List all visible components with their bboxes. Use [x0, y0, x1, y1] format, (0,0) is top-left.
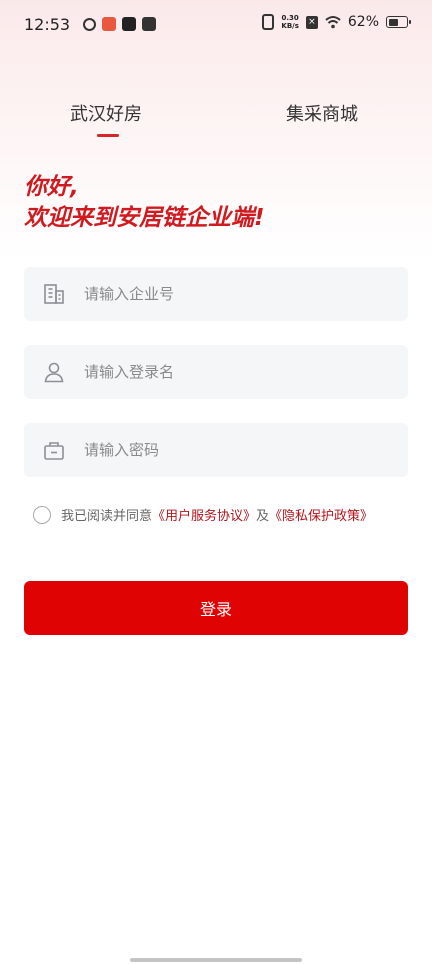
notification-icons [83, 17, 156, 31]
network-speed: 0.30 KB/s [281, 14, 299, 30]
status-time: 12:53 [24, 15, 71, 34]
mail-icon [142, 17, 156, 31]
battery-fill [388, 18, 399, 26]
password-field[interactable] [24, 423, 408, 477]
password-input[interactable] [84, 441, 364, 459]
agreement-connector: 及 [256, 509, 270, 524]
building-icon [42, 282, 66, 306]
active-tab-indicator [97, 134, 119, 137]
greeting-line1: 你好, [24, 174, 79, 200]
lock-icon [42, 438, 66, 462]
wifi-icon [325, 15, 341, 29]
greeting: 你好, 欢迎来到安居链企业端! [24, 172, 265, 234]
battery-percent: 62% [347, 14, 379, 30]
status-bar: 12:53 0.30 KB/s × 62% [0, 0, 432, 50]
login-button[interactable]: 登录 [24, 581, 408, 635]
home-indicator[interactable] [130, 958, 302, 962]
username-field[interactable] [24, 345, 408, 399]
username-input[interactable] [84, 363, 364, 381]
tab-wuhan-haofang[interactable]: 武汉好房 [70, 100, 142, 126]
company-field[interactable] [24, 267, 408, 321]
login-tabs: 武汉好房 集采商城 [0, 100, 432, 140]
app-icon-red [102, 17, 116, 31]
company-input[interactable] [84, 285, 364, 303]
privacy-policy-link[interactable]: 《隐私保护政策》 [269, 505, 373, 524]
agreement-prefix: 我已阅读并同意 [61, 509, 153, 524]
tab-jicai-mall[interactable]: 集采商城 [286, 100, 358, 126]
status-right: 0.30 KB/s × 62% [262, 14, 411, 30]
user-icon [42, 360, 66, 384]
greeting-line2: 欢迎来到安居链企业端! [24, 205, 265, 231]
link-icon [83, 17, 96, 31]
vibrate-icon [262, 14, 275, 30]
battery-icon [386, 16, 411, 28]
sim-x-icon: × [305, 15, 318, 29]
agreement-radio[interactable] [33, 505, 51, 524]
user-agreement-link[interactable]: 《用户服务协议》 [152, 505, 256, 524]
tiktok-icon [122, 17, 136, 31]
agreement-row: 我已阅读并同意 《用户服务协议》 及 《隐私保护政策》 [33, 505, 373, 524]
